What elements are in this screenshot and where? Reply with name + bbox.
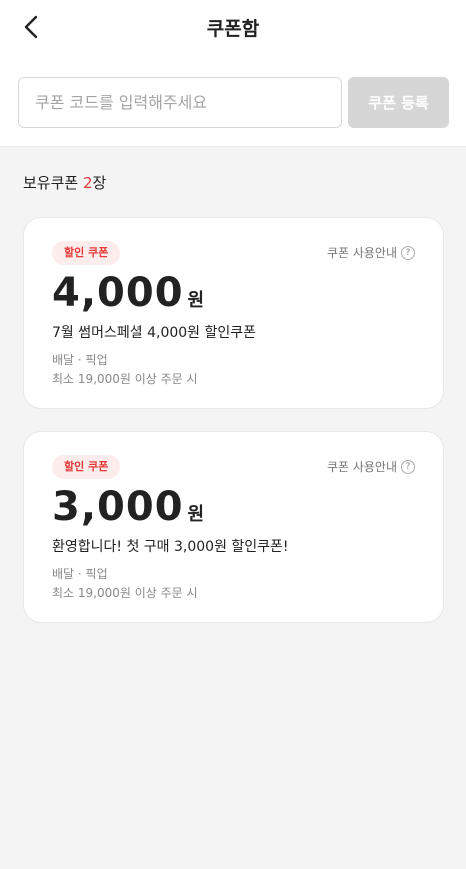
coupon-name: 환영합니다! 첫 구매 3,000원 할인쿠폰! bbox=[52, 539, 289, 555]
coupon-amount-value: 3,000 bbox=[52, 484, 184, 530]
coupon-input-row: 쿠폰 등록 bbox=[18, 77, 449, 128]
coupon-count-number: 2 bbox=[82, 174, 93, 192]
header: 쿠폰함 bbox=[0, 0, 466, 56]
coupon-amount-unit: 원 bbox=[187, 504, 205, 525]
coupon-amount: 3,000 원 bbox=[52, 484, 204, 530]
coupon-type-badge: 할인 쿠폰 bbox=[52, 455, 121, 479]
coupon-condition: 최소 19,000원 이상 주문 시 bbox=[52, 586, 198, 600]
top-section: 쿠폰함 쿠폰 등록 bbox=[0, 0, 466, 147]
coupon-methods: 배달 · 픽업 bbox=[52, 353, 108, 367]
coupon-name: 7월 썸머스페셜 4,000원 할인쿠폰 bbox=[52, 325, 257, 341]
coupon-type-badge: 할인 쿠폰 bbox=[52, 241, 121, 265]
coupon-count-prefix: 보유쿠폰 bbox=[23, 174, 83, 192]
question-icon: ? bbox=[401, 245, 415, 260]
page-title: 쿠폰함 bbox=[206, 18, 260, 40]
register-coupon-button[interactable]: 쿠폰 등록 bbox=[348, 77, 449, 128]
coupon-count: 보유쿠폰 2장 bbox=[23, 172, 106, 193]
coupon-guide-label: 쿠폰 사용안내 bbox=[326, 460, 397, 474]
coupon-amount-value: 4,000 bbox=[52, 270, 184, 316]
question-icon: ? bbox=[401, 459, 415, 474]
coupon-guide-link[interactable]: 쿠폰 사용안내 ? bbox=[327, 458, 415, 475]
coupon-condition: 최소 19,000원 이상 주문 시 bbox=[52, 372, 198, 386]
coupon-amount-unit: 원 bbox=[187, 290, 205, 311]
coupon-methods: 배달 · 픽업 bbox=[52, 567, 108, 581]
coupon-card[interactable]: 할인 쿠폰 쿠폰 사용안내 ? 3,000 원 환영합니다! 첫 구매 3,00… bbox=[23, 431, 444, 623]
coupon-guide-link[interactable]: 쿠폰 사용안내 ? bbox=[327, 244, 415, 261]
coupon-guide-label: 쿠폰 사용안내 bbox=[326, 246, 397, 260]
coupon-card[interactable]: 할인 쿠폰 쿠폰 사용안내 ? 4,000 원 7월 썸머스페셜 4,000원 … bbox=[23, 217, 444, 409]
coupon-code-input[interactable] bbox=[18, 77, 342, 128]
coupon-amount: 4,000 원 bbox=[52, 270, 204, 316]
coupon-count-suffix: 장 bbox=[92, 174, 107, 192]
